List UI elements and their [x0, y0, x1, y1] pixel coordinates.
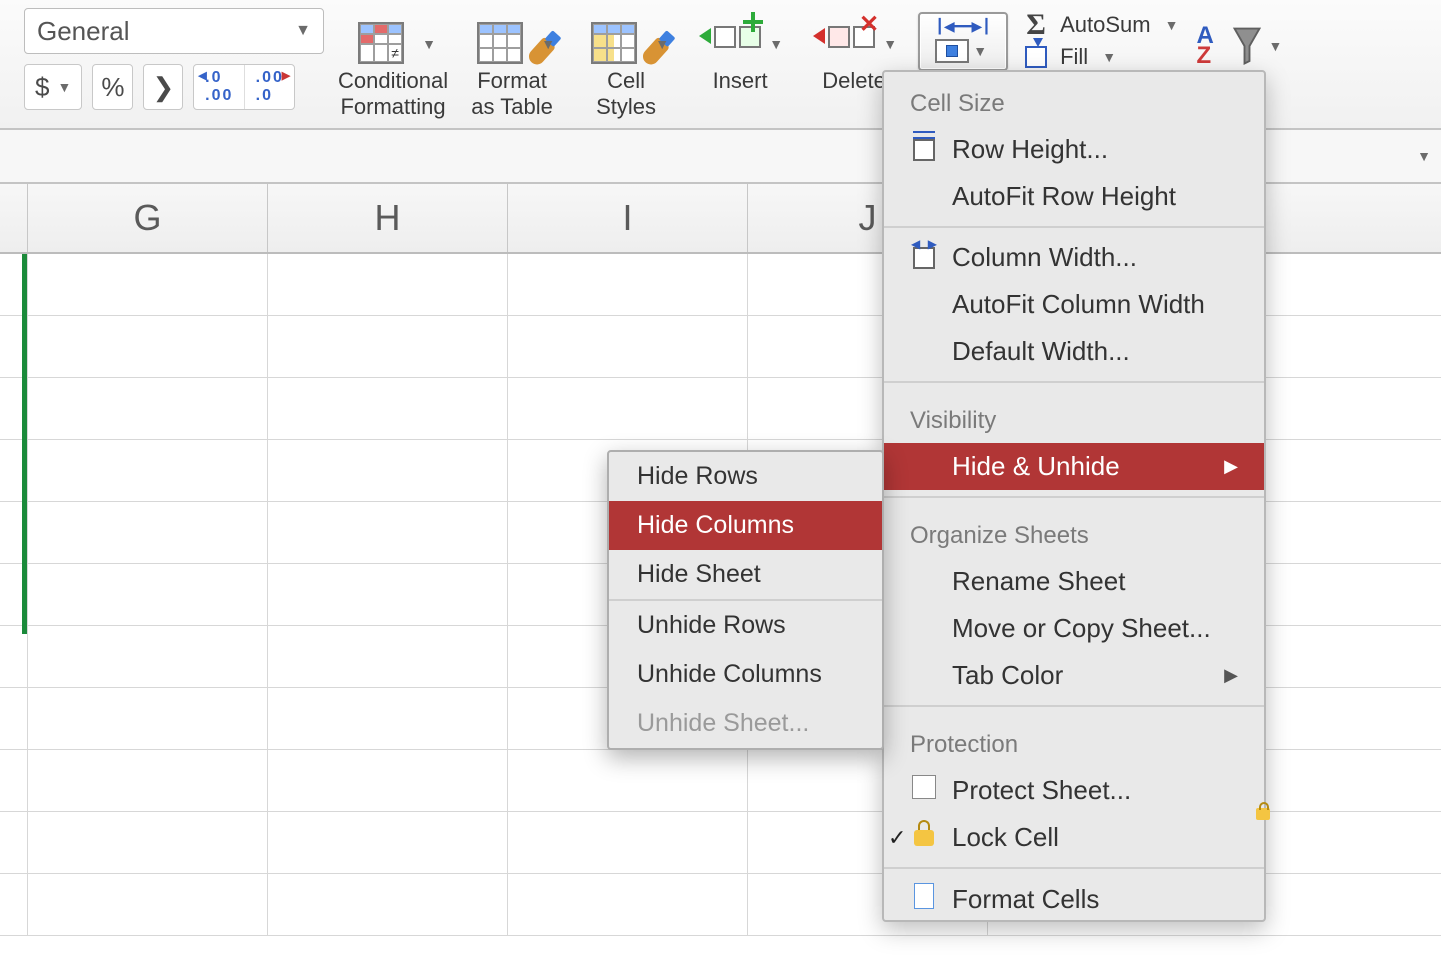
cell-styles-icon [591, 22, 637, 64]
submenu-item-unhide-columns[interactable]: Unhide Columns [609, 650, 882, 699]
insert-button[interactable]: ▼ Insert [690, 8, 790, 121]
checkmark-icon: ✓ [888, 825, 906, 851]
autosum-button[interactable]: Σ AutoSum ▼ [1022, 12, 1182, 38]
format-dropdown-menu: Cell Size Row Height... AutoFit Row Heig… [882, 70, 1266, 922]
insert-label: Insert [713, 68, 768, 94]
format-as-table-label-2: as Table [471, 94, 553, 120]
column-width-icon: ◀▶ [913, 247, 935, 269]
selection-edge [22, 254, 27, 634]
chevron-down-icon: ▼ [765, 36, 787, 52]
menu-separator [884, 226, 1264, 228]
accounting-format-button[interactable]: $ ▼ [24, 64, 82, 110]
sort-az-icon: AZ [1196, 22, 1230, 70]
conditional-formatting-button[interactable]: ≠ ▼ Conditional Formatting [338, 8, 448, 121]
menu-item-tab-color[interactable]: Tab Color ▶ [884, 652, 1264, 699]
format-as-table-label-1: Format [471, 68, 553, 94]
format-as-table-icon [477, 22, 523, 64]
menu-item-autofit-column-width[interactable]: AutoFit Column Width [884, 281, 1264, 328]
chevron-down-icon: ▼ [1161, 17, 1183, 33]
chevron-down-icon: ▼ [969, 43, 991, 59]
menu-item-default-width[interactable]: Default Width... [884, 328, 1264, 375]
menu-separator [884, 496, 1264, 498]
delete-label: Delete [822, 68, 886, 94]
menu-item-format-cells[interactable]: Format Cells [884, 875, 1264, 916]
number-group: General ▼ $ ▼ % ❯ ◀ .0 .00 [24, 8, 324, 110]
chevron-down-icon: ▼ [1098, 49, 1120, 65]
submenu-item-hide-columns[interactable]: Hide Columns [609, 501, 882, 550]
menu-item-row-height[interactable]: Row Height... [884, 126, 1264, 173]
comma-format-button[interactable]: ❯ [143, 64, 183, 110]
fill-down-icon [1025, 46, 1047, 68]
conditional-formatting-icon: ≠ [358, 22, 404, 64]
menu-separator [884, 705, 1264, 707]
comma-icon: ❯ [152, 72, 174, 103]
column-header-h[interactable]: H [268, 184, 508, 252]
chevron-right-icon: ▶ [1224, 456, 1238, 477]
format-button[interactable]: ┃◀━━▶┃ ▼ [918, 12, 1008, 71]
submenu-item-hide-rows[interactable]: Hide Rows [609, 452, 882, 501]
lock-icon [914, 830, 934, 846]
menu-section-protection: Protection [884, 713, 1264, 767]
submenu-item-unhide-rows[interactable]: Unhide Rows [609, 601, 882, 650]
menu-item-lock-cell[interactable]: ✓ Lock Cell [884, 814, 1264, 861]
filter-funnel-icon [1232, 26, 1262, 66]
sort-filter-button[interactable]: AZ ▼ [1196, 8, 1296, 70]
insert-cells-icon [705, 14, 769, 60]
menu-section-visibility: Visibility [884, 389, 1264, 443]
cell-styles-label-2: Styles [596, 94, 656, 120]
chevron-down-icon: ▼ [651, 36, 673, 52]
menu-item-autofit-row-height[interactable]: AutoFit Row Height [884, 173, 1264, 220]
editing-group: Σ AutoSum ▼ Fill ▼ [1022, 8, 1182, 70]
chevron-down-icon: ▼ [537, 36, 559, 52]
cell-styles-button[interactable]: ▼ Cell Styles [576, 8, 676, 121]
decrease-decimal-button[interactable]: ▶ .00 .0 [244, 65, 294, 109]
chevron-down-icon: ▼ [879, 36, 901, 52]
percent-format-button[interactable]: % [92, 64, 133, 110]
menu-item-rename-sheet[interactable]: Rename Sheet [884, 558, 1264, 605]
menu-item-hide-unhide[interactable]: Hide & Unhide ▶ [884, 443, 1264, 490]
hide-unhide-submenu: Hide Rows Hide Columns Hide Sheet Unhide… [607, 450, 884, 750]
submenu-item-hide-sheet[interactable]: Hide Sheet [609, 550, 882, 599]
column-header-i[interactable]: I [508, 184, 748, 252]
number-format-select[interactable]: General ▼ [24, 8, 324, 54]
increase-decimal-button[interactable]: ◀ .0 .00 [194, 65, 244, 109]
delete-cells-icon: ✕ [819, 14, 883, 60]
decrease-decimal-icon: .00 .0 [256, 69, 284, 105]
increase-decimal-icon: .0 .00 [205, 69, 233, 105]
decimal-buttons: ◀ .0 .00 ▶ .00 .0 [193, 64, 295, 110]
conditional-formatting-label-2: Formatting [338, 94, 448, 120]
protect-sheet-icon [912, 775, 936, 806]
menu-separator [884, 867, 1264, 869]
menu-separator [884, 381, 1264, 383]
chevron-right-icon: ▶ [1224, 665, 1238, 686]
currency-icon: $ [35, 72, 49, 103]
menu-item-column-width[interactable]: ◀▶ Column Width... [884, 234, 1264, 281]
menu-item-move-copy-sheet[interactable]: Move or Copy Sheet... [884, 605, 1264, 652]
autosum-label: AutoSum [1060, 12, 1151, 38]
number-format-value: General [37, 16, 130, 47]
chevron-down-icon: ▼ [295, 22, 311, 40]
format-cells-icon [914, 883, 934, 916]
menu-section-cell-size: Cell Size [884, 72, 1264, 126]
chevron-down-icon: ▼ [418, 36, 440, 52]
format-width-icon: ┃◀━━▶┃ [935, 18, 990, 35]
menu-section-organize-sheets: Organize Sheets [884, 504, 1264, 558]
fill-label: Fill [1060, 44, 1088, 70]
percent-icon: % [101, 72, 124, 103]
format-as-table-button[interactable]: ▼ Format as Table [462, 8, 562, 121]
row-height-icon [913, 139, 935, 161]
conditional-formatting-label-1: Conditional [338, 68, 448, 94]
column-header-gutter[interactable] [0, 184, 28, 252]
cell-styles-label-1: Cell [596, 68, 656, 94]
format-cell-icon [935, 39, 969, 63]
chevron-down-icon: ▼ [1264, 38, 1286, 54]
chevron-down-icon: ▼ [53, 79, 75, 95]
fill-button[interactable]: Fill ▼ [1022, 44, 1182, 70]
expand-formula-bar-icon[interactable]: ▼ [1417, 148, 1431, 164]
menu-item-protect-sheet[interactable]: Protect Sheet... [884, 767, 1264, 814]
column-header-g[interactable]: G [28, 184, 268, 252]
sigma-icon: Σ [1026, 8, 1046, 42]
submenu-item-unhide-sheet: Unhide Sheet... [609, 699, 882, 748]
